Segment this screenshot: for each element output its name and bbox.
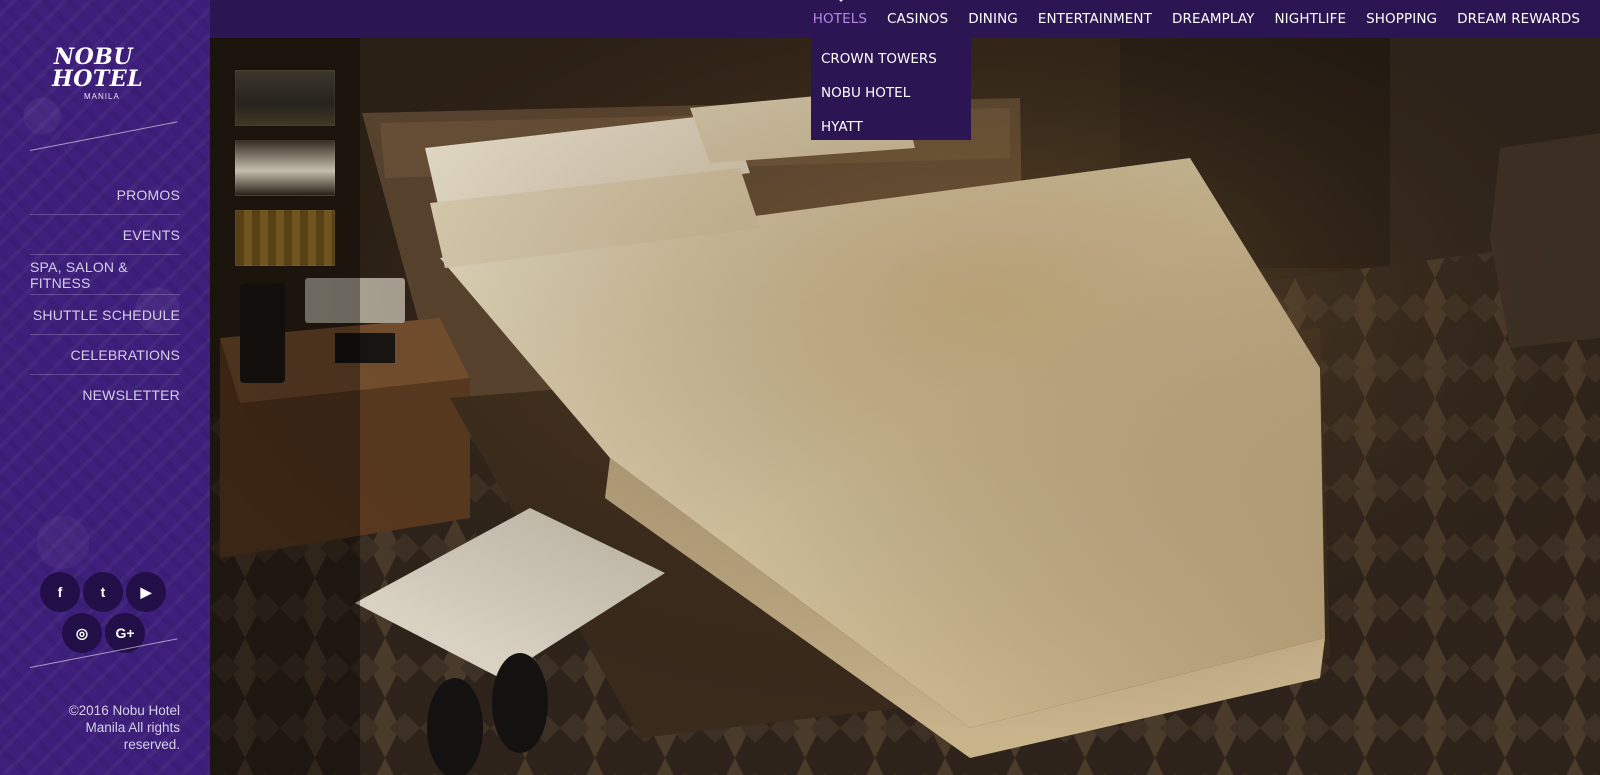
nav-dreamplay[interactable]: DREAMPLAY: [1162, 11, 1265, 27]
hero-room-image: [210, 38, 1600, 775]
sidebar-item-celebrations[interactable]: CELEBRATIONS: [30, 335, 180, 375]
nav-hotels[interactable]: HOTELS: [803, 0, 877, 27]
facebook-icon[interactable]: f: [40, 572, 80, 612]
dropdown-item-hyatt[interactable]: HYATT: [811, 110, 971, 144]
nav-nightlife[interactable]: NIGHTLIFE: [1264, 11, 1356, 27]
gallery-thumbnails: [235, 70, 335, 280]
youtube-icon[interactable]: ▶: [126, 572, 166, 612]
sidebar-item-spa-salon-fitness[interactable]: SPA, SALON & FITNESS: [30, 255, 180, 295]
logo-line-1: NOBU: [54, 44, 134, 70]
nav-hotels-label: HOTELS: [812, 11, 867, 27]
logo-line-3: MANILA: [84, 92, 120, 101]
sidebar-divider-top: [29, 121, 178, 151]
nav-dining[interactable]: DINING: [958, 11, 1028, 27]
nav-dream-rewards[interactable]: DREAM REWARDS: [1447, 11, 1590, 27]
logo-line-2: HOTEL: [52, 66, 144, 92]
dropdown-item-crown-towers[interactable]: CROWN TOWERS: [811, 42, 971, 76]
google-plus-icon[interactable]: G+: [105, 613, 145, 653]
thumbnail-exterior[interactable]: [235, 70, 335, 126]
sidebar-item-newsletter[interactable]: NEWSLETTER: [30, 375, 180, 415]
thumbnail-interior[interactable]: [235, 210, 335, 266]
twitter-icon[interactable]: t: [83, 572, 123, 612]
top-navigation: HOTELS CASINOS DINING ENTERTAINMENT DREA…: [210, 0, 1600, 38]
nav-shopping[interactable]: SHOPPING: [1356, 11, 1447, 27]
hotel-logo[interactable]: NOBU HOTEL MANILA: [52, 46, 158, 106]
hotels-dropdown-menu: CROWN TOWERS NOBU HOTEL HYATT: [811, 38, 971, 140]
sidebar-item-shuttle-schedule[interactable]: SHUTTLE SCHEDULE: [30, 295, 180, 335]
social-links: f t ▶ ◎ G+: [40, 572, 170, 654]
sidebar: NOBU HOTEL MANILA PROMOS EVENTS SPA, SAL…: [0, 0, 210, 775]
copyright-text: ©2016 Nobu Hotel Manila All rights reser…: [68, 703, 180, 752]
nav-entertainment[interactable]: ENTERTAINMENT: [1028, 11, 1162, 27]
active-caret-icon: [835, 0, 846, 2]
thumbnail-bedroom[interactable]: [235, 140, 335, 196]
bedroom-scene: [210, 38, 1600, 775]
dropdown-item-nobu-hotel[interactable]: NOBU HOTEL: [811, 76, 971, 110]
sidebar-menu: PROMOS EVENTS SPA, SALON & FITNESS SHUTT…: [30, 175, 180, 415]
nav-casinos[interactable]: CASINOS: [877, 11, 958, 27]
sidebar-item-promos[interactable]: PROMOS: [30, 175, 180, 215]
sidebar-item-events[interactable]: EVENTS: [30, 215, 180, 255]
instagram-icon[interactable]: ◎: [62, 613, 102, 653]
